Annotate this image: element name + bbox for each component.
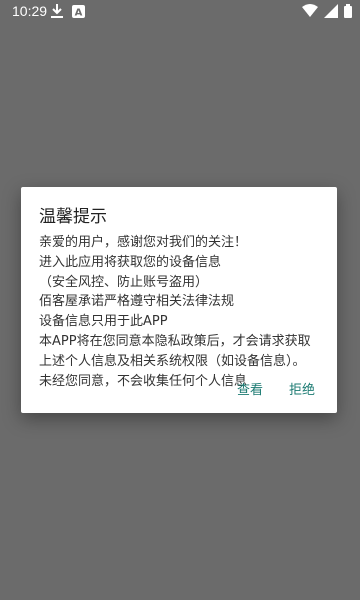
status-time: 10:29 <box>12 3 48 19</box>
battery-icon <box>344 4 352 18</box>
dialog-line: 本APP将在您同意本隐私政策后，才会请求获取 <box>39 333 311 349</box>
notification-a-letter: A <box>75 8 83 19</box>
status-bar: 10:29 A <box>0 0 360 24</box>
view-button[interactable]: 查看 <box>237 379 263 398</box>
reject-button[interactable]: 拒绝 <box>289 379 315 398</box>
signal-icon <box>324 4 338 18</box>
status-notification-icons: A <box>50 3 86 19</box>
dialog-line: 设备信息只用于此APP <box>39 314 168 330</box>
status-system-icons <box>302 4 352 18</box>
dialog-line: 亲爱的用户，感谢您对我们的关注！ <box>39 235 248 250</box>
wifi-icon <box>302 4 318 17</box>
notification-a-icon: A <box>72 5 85 19</box>
download-icon <box>51 4 63 18</box>
dialog-actions: 查看 拒绝 <box>21 365 337 413</box>
privacy-dialog: 温馨提示 亲爱的用户，感谢您对我们的关注！ 进入此应用将获取您的设备信息 （安全… <box>21 187 337 413</box>
dialog-line: （安全风控、防止账号盗用） <box>39 274 209 290</box>
dialog-line: 佰客屋承诺严格遵守相关法律法规 <box>39 294 235 310</box>
dialog-title: 温馨提示 <box>39 207 107 227</box>
dialog-line: 进入此应用将获取您的设备信息 <box>39 254 222 270</box>
